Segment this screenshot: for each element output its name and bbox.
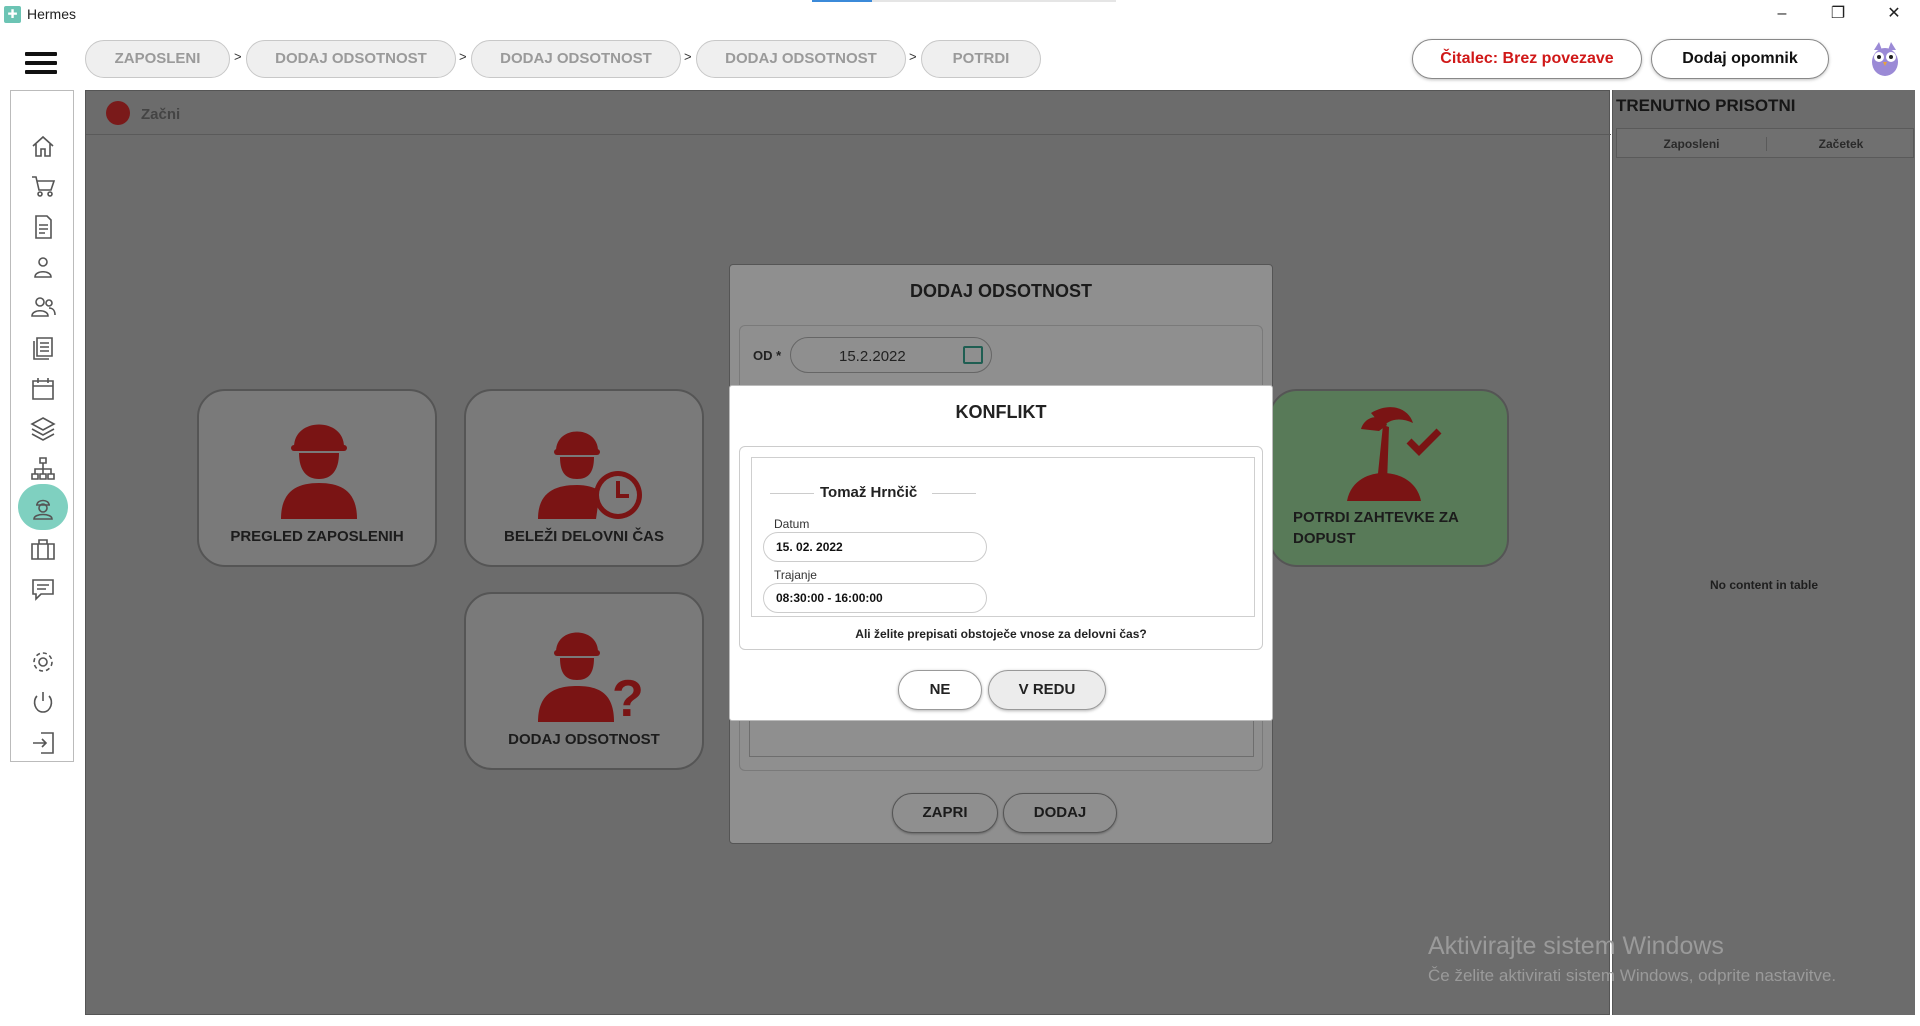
briefcase-icon[interactable] <box>28 534 58 564</box>
conflict-dialog: KONFLIKT Tomaž Hrnčič Datum 15. 02. 2022… <box>729 385 1273 721</box>
island-check-icon <box>1347 407 1442 501</box>
date-label: Datum <box>774 517 810 531</box>
window-title: Hermes <box>27 6 77 22</box>
gear-icon[interactable] <box>28 647 58 677</box>
tile-employee-overview[interactable]: PREGLED ZAPOSLENIH <box>197 389 437 567</box>
windows-activation-watermark: Aktivirajte sistem Windows <box>1428 932 1724 960</box>
breadcrumb-separator: > <box>909 49 917 64</box>
layers-icon[interactable] <box>28 413 58 443</box>
date-field: 15. 02. 2022 <box>763 532 987 562</box>
sidebar <box>10 90 74 762</box>
breadcrumb-separator: > <box>684 49 692 64</box>
worker-question-icon: ? <box>538 632 644 722</box>
tile-label: DODAJ ODSOTNOST <box>508 731 660 748</box>
loading-progress-bar <box>812 0 1116 2</box>
svg-text:?: ? <box>612 670 644 722</box>
od-date-input[interactable]: 15.2.2022 <box>790 337 992 373</box>
duration-field: 08:30:00 - 16:00:00 <box>763 583 987 613</box>
conflict-details-box: Tomaž Hrnčič Datum 15. 02. 2022 Trajanje… <box>739 446 1263 650</box>
tile-label: BELEŽI DELOVNI ČAS <box>503 528 664 545</box>
worker-clock-icon <box>538 431 642 519</box>
conflict-entry: Tomaž Hrnčič Datum 15. 02. 2022 Trajanje… <box>751 457 1255 617</box>
calendar-icon[interactable] <box>28 373 58 403</box>
divider <box>770 493 814 494</box>
hierarchy-icon[interactable] <box>28 454 58 484</box>
calendar-icon[interactable] <box>963 346 983 364</box>
window-titlebar: ✚ Hermes – ❐ ✕ <box>0 0 1920 30</box>
tile-add-absence[interactable]: ? DODAJ ODSOTNOST <box>464 592 704 770</box>
table-header: Zaposleni Začetek <box>1616 128 1914 158</box>
divider <box>932 493 976 494</box>
reader-status-button[interactable]: Čitalec: Brez povezave <box>1412 39 1642 79</box>
overwrite-question: Ali želite prepisati obstoječe vnose za … <box>855 627 1147 641</box>
start-icon <box>106 101 130 125</box>
column-header-employee[interactable]: Zaposleni <box>1617 137 1766 151</box>
restore-icon[interactable]: ❐ <box>1815 0 1861 30</box>
main-header: Začni <box>86 91 1611 135</box>
dialog-title: KONFLIKT <box>955 402 1047 422</box>
od-date-value: 15.2.2022 <box>839 348 906 365</box>
windows-activation-hint: Če želite aktivirati sistem Windows, odp… <box>1428 966 1837 985</box>
empty-table-text: No content in table <box>1710 578 1818 592</box>
panel-title: TRENUTNO PRISOTNI <box>1616 96 1796 115</box>
start-label: Začni <box>141 106 181 123</box>
breadcrumb-item-dodaj-odsotnost[interactable]: DODAJ ODSOTNOST <box>246 40 456 78</box>
present-employees-panel: TRENUTNO PRISOTNI Zaposleni Začetek No c… <box>1612 90 1915 1015</box>
person-icon[interactable] <box>28 252 58 282</box>
breadcrumb-item-dodaj-odsotnost[interactable]: DODAJ ODSOTNOST <box>696 40 906 78</box>
minimize-icon[interactable]: – <box>1759 0 1805 30</box>
absence-table <box>749 717 1254 757</box>
tile-log-working-time[interactable]: BELEŽI DELOVNI ČAS <box>464 389 704 567</box>
duration-label: Trajanje <box>774 568 817 582</box>
close-icon[interactable]: ✕ <box>1871 0 1917 30</box>
breadcrumb-separator: > <box>459 49 467 64</box>
owl-mascot-icon[interactable] <box>1866 38 1904 78</box>
column-header-start[interactable]: Začetek <box>1766 137 1915 151</box>
people-icon[interactable] <box>28 292 58 322</box>
breadcrumb-item-zaposleni[interactable]: ZAPOSLENI <box>85 40 230 78</box>
home-icon[interactable] <box>28 131 58 161</box>
worker-icon[interactable] <box>28 493 58 523</box>
power-icon[interactable] <box>28 687 58 717</box>
dialog-title: DODAJ ODSOTNOST <box>909 281 1092 301</box>
breadcrumb-item-potrdi[interactable]: POTRDI <box>921 40 1041 78</box>
hamburger-icon[interactable] <box>25 52 57 74</box>
logout-icon[interactable] <box>28 728 58 758</box>
tile-label: POTRDI ZAHTEVKE ZA DOPUST <box>1293 509 1459 547</box>
breadcrumb-separator: > <box>234 49 242 64</box>
od-label: OD * <box>753 348 782 363</box>
worker-icon <box>281 424 357 519</box>
tile-label: PREGLED ZAPOSLENIH <box>230 528 404 545</box>
add-button[interactable]: DODAJ <box>1003 793 1117 833</box>
chat-icon[interactable] <box>28 574 58 604</box>
list-icon[interactable] <box>28 333 58 363</box>
no-button[interactable]: NE <box>898 670 982 710</box>
employee-name: Tomaž Hrnčič <box>820 484 918 501</box>
close-button[interactable]: ZAPRI <box>892 793 998 833</box>
cart-icon[interactable] <box>28 171 58 201</box>
add-reminder-button[interactable]: Dodaj opomnik <box>1651 39 1829 79</box>
tile-approve-leave-requests[interactable]: POTRDI ZAHTEVKE ZA DOPUST <box>1269 389 1509 567</box>
document-icon[interactable] <box>28 212 58 242</box>
ok-button[interactable]: V REDU <box>988 670 1106 710</box>
app-logo-icon: ✚ <box>4 6 21 23</box>
breadcrumb-item-dodaj-odsotnost[interactable]: DODAJ ODSOTNOST <box>471 40 681 78</box>
